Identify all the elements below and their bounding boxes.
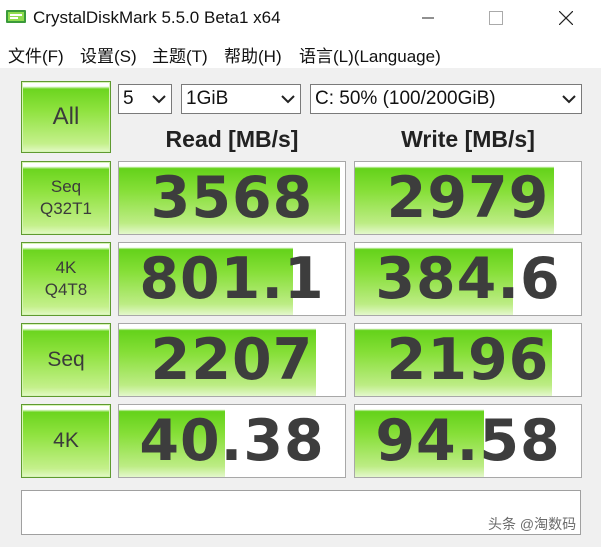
seq-read-value: 2207 <box>150 327 314 393</box>
chevron-down-icon <box>562 95 576 104</box>
seq-q32t1-write-cell: 2979 <box>354 161 582 235</box>
4k-q4t8-button[interactable]: 4K Q4T8 <box>21 242 111 316</box>
menu-settings[interactable]: 设置(S) <box>80 42 137 67</box>
row-label-line2: Q4T8 <box>44 280 88 299</box>
menu-bar: 文件(F) 设置(S) 主题(T) 帮助(H) 语言(L)(Language) <box>0 38 601 68</box>
4k-button[interactable]: 4K <box>21 404 111 478</box>
test-size-value: 1GiB <box>186 88 229 109</box>
menu-help[interactable]: 帮助(H) <box>224 42 282 67</box>
maximize-button[interactable] <box>473 2 519 34</box>
maximize-icon <box>489 11 503 25</box>
all-button[interactable]: All <box>21 81 111 153</box>
drive-value: C: 50% (100/200GiB) <box>315 88 496 109</box>
seq-q32t1-read-value: 3568 <box>150 165 314 231</box>
seq-write-value: 2196 <box>386 327 550 393</box>
close-button[interactable] <box>543 2 589 34</box>
row-label-line1: Seq <box>47 348 85 371</box>
read-header: Read [MB/s] <box>165 126 299 152</box>
seq-q32t1-read-cell: 3568 <box>118 161 346 235</box>
all-button-label: All <box>52 103 80 130</box>
4k-write-cell: 94.58 <box>354 404 582 478</box>
row-label-line1: 4K <box>55 258 77 277</box>
watermark: 头条 @淘数码 <box>488 516 577 532</box>
minimize-button[interactable] <box>405 2 451 34</box>
seq-q32t1-write-value: 2979 <box>386 165 550 231</box>
window-title: CrystalDiskMark 5.5.0 Beta1 x64 <box>33 8 281 27</box>
chevron-down-icon <box>152 95 166 104</box>
4k-read-value: 40.38 <box>139 408 325 474</box>
4k-q4t8-read-cell: 801.1 <box>118 242 346 316</box>
menu-language[interactable]: 语言(L)(Language) <box>299 42 441 67</box>
4k-read-cell: 40.38 <box>118 404 346 478</box>
test-size-select[interactable]: 1GiB <box>181 84 301 114</box>
seq-read-cell: 2207 <box>118 323 346 397</box>
close-icon <box>559 11 573 25</box>
test-count-value: 5 <box>123 88 134 109</box>
4k-write-value: 94.58 <box>375 408 561 474</box>
write-header: Write [MB/s] <box>401 126 535 152</box>
minimize-icon <box>422 17 434 19</box>
seq-button[interactable]: Seq <box>21 323 111 397</box>
4k-q4t8-write-value: 384.6 <box>375 246 561 312</box>
row-label-line2: Q32T1 <box>40 199 92 218</box>
row-label-line1: Seq <box>50 177 82 196</box>
drive-select[interactable]: C: 50% (100/200GiB) <box>310 84 582 114</box>
menu-theme[interactable]: 主题(T) <box>152 42 208 67</box>
title-bar[interactable]: CrystalDiskMark 5.5.0 Beta1 x64 <box>0 0 601 38</box>
seq-write-cell: 2196 <box>354 323 582 397</box>
test-count-select[interactable]: 5 <box>118 84 172 114</box>
4k-q4t8-read-value: 801.1 <box>139 246 325 312</box>
row-label-line1: 4K <box>53 429 79 452</box>
seq-q32t1-button[interactable]: Seq Q32T1 <box>21 161 111 235</box>
app-icon <box>6 10 26 23</box>
menu-file[interactable]: 文件(F) <box>8 42 64 67</box>
4k-q4t8-write-cell: 384.6 <box>354 242 582 316</box>
chevron-down-icon <box>281 95 295 104</box>
